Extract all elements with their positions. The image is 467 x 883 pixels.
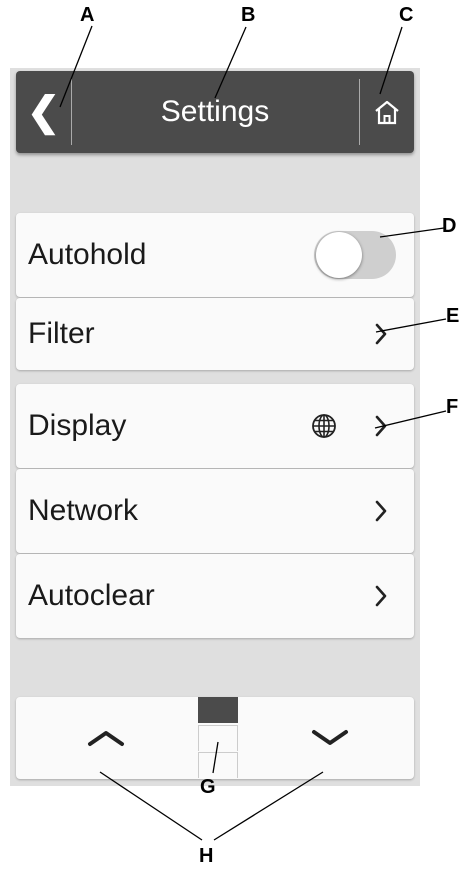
scroll-up-button[interactable] bbox=[26, 697, 186, 779]
menu-item-autohold[interactable]: Autohold bbox=[16, 213, 414, 297]
page-indicator-cell bbox=[198, 752, 238, 778]
menu-item-label: Network bbox=[28, 494, 139, 527]
menu-item-network[interactable]: Network bbox=[16, 469, 414, 553]
home-icon bbox=[375, 100, 399, 125]
page-indicator-active bbox=[198, 697, 238, 723]
toggle-knob bbox=[316, 232, 362, 278]
page-title: Settings bbox=[160, 95, 270, 128]
page-indicator-cell bbox=[198, 725, 238, 751]
autohold-toggle[interactable] bbox=[314, 231, 396, 279]
chevron-right-icon bbox=[374, 298, 388, 370]
callout-label-e: E bbox=[446, 305, 460, 327]
home-button[interactable] bbox=[360, 71, 414, 153]
menu-item-display[interactable]: Display bbox=[16, 384, 414, 468]
callout-label-a: A bbox=[80, 4, 95, 26]
menu-item-autoclear[interactable]: Autoclear bbox=[16, 554, 414, 638]
scroll-down-button[interactable] bbox=[250, 697, 410, 779]
back-button[interactable]: ❮ bbox=[16, 71, 71, 153]
back-icon: ❮ bbox=[26, 90, 61, 134]
globe-icon bbox=[311, 384, 337, 468]
callout-label-d: D bbox=[442, 215, 457, 237]
callout-label-g: G bbox=[200, 776, 216, 798]
callout-label-f: F bbox=[446, 396, 459, 418]
callout-label-b: B bbox=[241, 4, 256, 26]
callout-label-h: H bbox=[199, 845, 214, 867]
callout-label-c: C bbox=[399, 4, 414, 26]
menu-item-label: Autoclear bbox=[28, 579, 155, 612]
chevron-right-icon bbox=[374, 384, 388, 468]
menu-item-filter[interactable]: Filter bbox=[16, 298, 414, 370]
pager-bar bbox=[16, 697, 414, 779]
menu-item-label: Filter bbox=[28, 317, 95, 350]
chevron-up-icon bbox=[88, 731, 124, 746]
menu-item-label: Autohold bbox=[28, 238, 147, 271]
chevron-right-icon bbox=[374, 554, 388, 638]
chevron-down-icon bbox=[312, 730, 348, 745]
page-indicator bbox=[198, 697, 238, 779]
header-bar: ❮ Settings bbox=[16, 71, 414, 153]
chevron-right-icon bbox=[374, 469, 388, 553]
menu-item-label: Display bbox=[28, 409, 127, 442]
